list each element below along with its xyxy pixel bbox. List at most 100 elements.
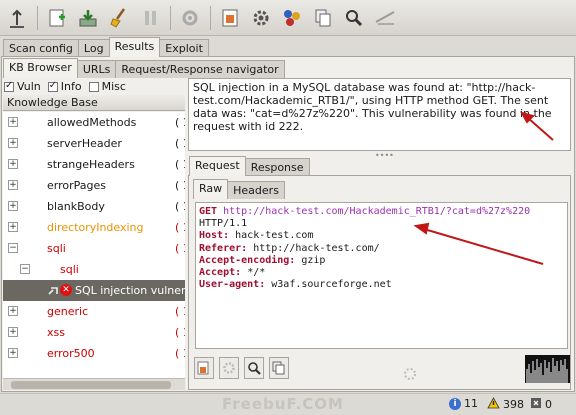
compare-icon[interactable] <box>310 5 336 31</box>
pane-splitter[interactable]: •••• <box>375 151 394 160</box>
throughput-graph <box>525 355 570 383</box>
tree-item-sql-injection-vulnerability[interactable]: ✕ SQL injection vulnerabili <box>3 280 185 301</box>
expand-icon[interactable]: + <box>8 117 18 127</box>
loading-spinner-icon <box>403 367 417 384</box>
detail-tabs: Request Response <box>189 156 310 176</box>
main-tabs: Scan config Log Results Exploit <box>3 37 209 57</box>
tree-item-count: ( 1 <box>175 305 185 318</box>
header-value: gzip <box>301 254 326 266</box>
request-version: HTTP/1.1 <box>199 218 248 230</box>
tab-results[interactable]: Results <box>108 37 161 57</box>
tree-item-label: generic <box>47 305 89 318</box>
filter-vuln[interactable]: Vuln <box>4 80 41 93</box>
expand-icon[interactable]: + <box>8 138 18 148</box>
tab-response[interactable]: Response <box>244 158 310 176</box>
info-icon: i <box>449 397 461 410</box>
expand-icon[interactable]: + <box>8 159 18 169</box>
request-header-line: Accept: */* <box>199 267 564 279</box>
expand-icon[interactable]: + <box>8 306 18 316</box>
tree-item-sqli[interactable]: − sqli ( 1 <box>3 238 185 259</box>
request-actions <box>194 357 294 379</box>
config-icon <box>177 5 203 31</box>
report-icon[interactable] <box>217 5 243 31</box>
watermark-text: FreebuF.COM <box>222 395 344 413</box>
settings-icon[interactable] <box>248 5 274 31</box>
tab-kb-browser[interactable]: KB Browser <box>3 58 78 78</box>
tree-item-count: ( 1 <box>175 158 185 171</box>
error-count: 0 <box>545 398 552 411</box>
status-bar: FreebuF.COM i 11 398 0 <box>0 393 576 415</box>
vuln-checkbox[interactable] <box>4 80 14 92</box>
request-header-line: Referer: http://hack-test.com/ <box>199 243 564 255</box>
save-icon[interactable] <box>44 5 70 31</box>
filter-misc[interactable]: Misc <box>88 80 126 93</box>
kb-tree: + allowedMethods ( 1 + serverHeader ( 1 … <box>3 112 185 378</box>
tree-item-serverheader[interactable]: + serverHeader ( 1 <box>3 133 185 154</box>
info-count: 11 <box>464 397 478 410</box>
tree-item-strangeheaders[interactable]: + strangeHeaders ( 1 <box>3 154 185 175</box>
clear-icon[interactable] <box>75 5 101 31</box>
kb-filters: Vuln Info Misc <box>4 80 133 93</box>
toolbar-separator <box>210 5 211 30</box>
status-errors: 0 <box>530 397 552 412</box>
tab-request-response-navigator[interactable]: Request/Response navigator <box>115 60 285 78</box>
filter-info[interactable]: Info <box>47 80 82 93</box>
info-checkbox[interactable] <box>47 80 58 92</box>
header-name: Referer: <box>199 242 248 254</box>
tree-item-count: ( 1 <box>175 179 185 192</box>
search-icon[interactable] <box>341 5 367 31</box>
new-icon[interactable] <box>4 5 30 31</box>
tree-item-error500[interactable]: + error500 ( 1 <box>3 343 185 364</box>
tree-item-sqli-plugin[interactable]: − sqli <box>3 259 185 280</box>
tree-item-label: sqli <box>60 263 79 276</box>
tree-item-generic[interactable]: + generic ( 1 <box>3 301 185 322</box>
expand-icon[interactable]: + <box>8 327 18 337</box>
tab-scan-config[interactable]: Scan config <box>3 39 79 57</box>
tree-item-allowedmethods[interactable]: + allowedMethods ( 1 <box>3 112 185 133</box>
header-name: User-agent: <box>199 279 266 291</box>
tab-log[interactable]: Log <box>77 39 110 57</box>
view-tabs: Raw Headers <box>193 179 285 199</box>
toolbar <box>0 0 576 36</box>
tools-icon[interactable] <box>279 5 305 31</box>
tree-item-xss[interactable]: + xss ( 1 <box>3 322 185 343</box>
misc-checkbox[interactable] <box>88 81 99 92</box>
tree-item-blankbody[interactable]: + blankBody ( 1 <box>3 196 185 217</box>
tree-item-count: ( 1 <box>175 242 185 255</box>
raw-request-view[interactable]: GET http://hack-test.com/Hackademic_RTB1… <box>195 202 568 349</box>
tree-item-label: blankBody <box>47 200 105 213</box>
header-value: w3af.sourceforge.net <box>271 279 392 291</box>
expand-icon[interactable]: + <box>8 180 18 190</box>
tree-item-label: xss <box>47 326 65 339</box>
tab-raw[interactable]: Raw <box>193 179 229 199</box>
toolbar-separator <box>170 5 171 30</box>
tree-item-label: errorPages <box>47 179 106 192</box>
tree-item-count: ( 1 <box>175 200 185 213</box>
send-to-editor-button[interactable] <box>194 357 214 379</box>
tree-item-errorpages[interactable]: + errorPages ( 1 <box>3 175 185 196</box>
collapse-icon[interactable]: − <box>8 243 18 253</box>
tab-request[interactable]: Request <box>189 156 246 176</box>
expand-icon[interactable]: + <box>8 348 18 358</box>
tree-horizontal-scrollbar[interactable] <box>3 378 185 390</box>
compare-request-button[interactable] <box>269 357 289 379</box>
tab-exploit[interactable]: Exploit <box>159 39 209 57</box>
tab-headers[interactable]: Headers <box>227 181 285 199</box>
kb-column-header[interactable]: Knowledge Base <box>3 95 185 111</box>
broom-icon[interactable] <box>106 5 132 31</box>
tree-item-count: ( 1 <box>175 326 185 339</box>
tree-item-count: ( 1 <box>175 137 185 150</box>
expand-icon[interactable]: + <box>8 222 18 232</box>
tree-item-count: ( 1 <box>175 221 185 234</box>
request-line: GET http://hack-test.com/Hackademic_RTB1… <box>199 206 564 218</box>
warning-icon <box>487 397 500 412</box>
expand-icon[interactable]: + <box>8 201 18 211</box>
collapse-icon[interactable]: − <box>20 264 30 274</box>
tab-urls[interactable]: URLs <box>76 60 117 78</box>
status-warnings: 398 <box>487 397 524 412</box>
pause-icon <box>137 5 163 31</box>
scrollbar-thumb[interactable] <box>11 381 171 389</box>
tree-item-count: ( 1 <box>175 116 185 129</box>
tree-item-directoryindexing[interactable]: + directoryIndexing ( 1 <box>3 217 185 238</box>
search-request-button[interactable] <box>244 357 264 379</box>
